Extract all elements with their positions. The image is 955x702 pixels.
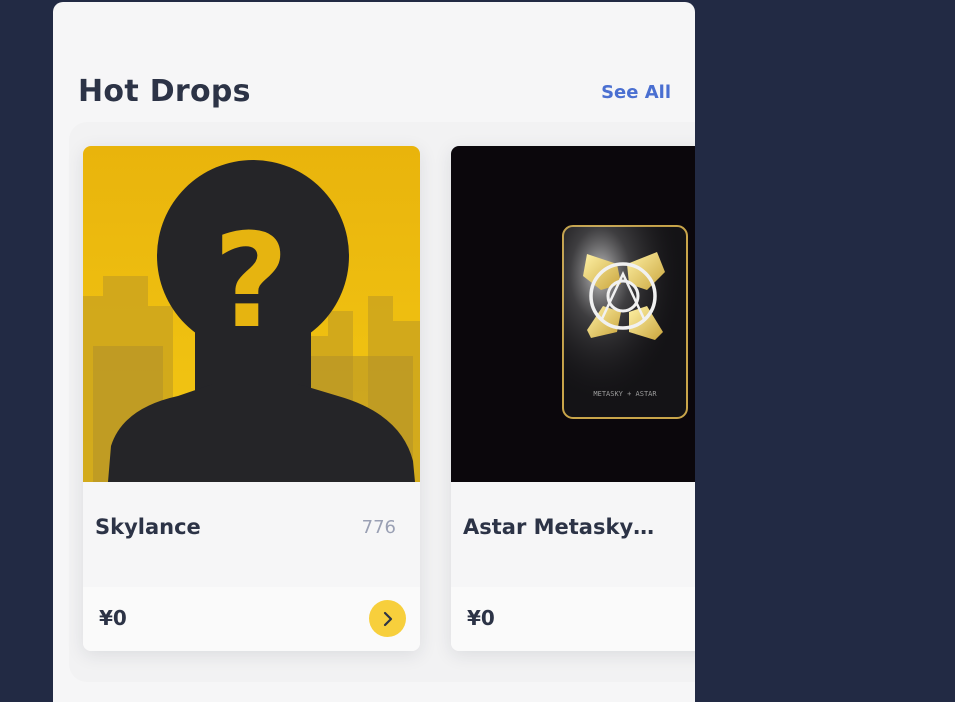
- card-price: ¥0: [99, 606, 127, 630]
- hot-drops-panel: Hot Drops See All ? Skylance 776 ¥0 META…: [53, 2, 695, 702]
- see-all-link[interactable]: See All: [601, 82, 671, 103]
- card-name: Astar Metasky…: [463, 515, 655, 539]
- card-count: 776: [361, 517, 396, 538]
- card-price: ¥0: [467, 606, 495, 630]
- card-footer: ¥0: [451, 587, 695, 651]
- card-name: Skylance: [95, 515, 201, 539]
- cards-carousel[interactable]: ? Skylance 776 ¥0 METASKY + ASTAR Astar …: [53, 122, 695, 682]
- metasky-astar-card-image: METASKY + ASTAR: [451, 146, 695, 482]
- drop-card-skylance[interactable]: ? Skylance 776 ¥0: [83, 146, 420, 651]
- drop-card-astar-metasky[interactable]: METASKY + ASTAR Astar Metasky… ¥0: [451, 146, 695, 651]
- mystery-silhouette-image: ?: [83, 146, 420, 482]
- svg-text:?: ?: [213, 205, 288, 357]
- section-title: Hot Drops: [78, 74, 251, 109]
- card-footer: ¥0: [83, 587, 420, 651]
- chevron-right-icon[interactable]: [369, 600, 406, 637]
- svg-text:METASKY + ASTAR: METASKY + ASTAR: [593, 390, 657, 398]
